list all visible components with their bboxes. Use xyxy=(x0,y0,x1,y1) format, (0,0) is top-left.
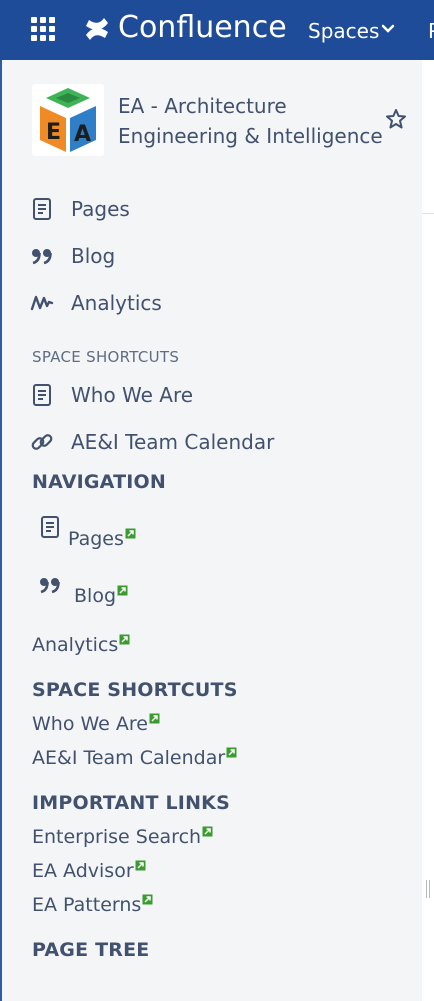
navigation-heading: NAVIGATION xyxy=(32,471,166,493)
external-link-icon xyxy=(119,634,130,645)
sidebar-item-analytics[interactable]: Analytics xyxy=(30,288,390,318)
sidebar-item-blog[interactable]: Blog xyxy=(30,241,390,271)
important-links-heading: IMPORTANT LINKS xyxy=(32,792,230,814)
nav-link-ea-advisor[interactable]: EA Advisor xyxy=(32,858,146,884)
external-link-icon xyxy=(135,860,146,871)
shortcut-who-we-are[interactable]: Who We Are xyxy=(30,380,390,410)
space-shortcuts-heading: SPACE SHORTCUTS xyxy=(32,348,180,366)
nav-link-label: Analytics xyxy=(32,634,119,656)
space-avatar[interactable]: E A xyxy=(32,84,104,156)
confluence-logo-icon[interactable] xyxy=(84,14,110,44)
nav-link-label: AE&I Team Calendar xyxy=(32,747,226,769)
nav-link-enterprise-search[interactable]: Enterprise Search xyxy=(32,824,213,850)
page-tree-heading: PAGE TREE xyxy=(32,939,150,961)
sidebar-resize-handle[interactable] xyxy=(426,880,430,898)
shortcut-team-calendar[interactable]: AE&I Team Calendar xyxy=(30,427,390,457)
external-link-icon xyxy=(125,528,136,539)
external-link-icon xyxy=(142,894,153,905)
nav-link-blog[interactable]: Blog xyxy=(74,583,128,609)
nav-link-who-we-are[interactable]: Who We Are xyxy=(32,711,160,737)
shortcut-label: AE&I Team Calendar xyxy=(71,430,275,454)
quote-icon xyxy=(40,578,60,594)
external-link-icon xyxy=(117,585,128,596)
sidebar-item-pages[interactable]: Pages xyxy=(30,194,390,224)
next-nav-menu[interactable]: P xyxy=(428,16,434,46)
nav-link-label: Pages xyxy=(68,528,124,550)
nav-link-label: Blog xyxy=(74,585,116,607)
chevron-down-icon[interactable] xyxy=(381,22,395,36)
nav-link-team-calendar[interactable]: AE&I Team Calendar xyxy=(32,745,237,771)
nav-link-label: Who We Are xyxy=(32,713,148,735)
space-logo-icon: E A xyxy=(40,88,96,152)
main-content-divider xyxy=(422,213,434,214)
nav-link-label: Enterprise Search xyxy=(32,826,202,848)
app-switcher-icon[interactable] xyxy=(31,17,57,43)
space-title-line2: Engineering & Intelligence xyxy=(118,124,383,148)
sidebar-item-label: Blog xyxy=(71,244,116,268)
svg-text:E: E xyxy=(46,120,61,145)
spaces-menu[interactable]: Spaces xyxy=(308,16,379,46)
nav-link-analytics[interactable]: Analytics xyxy=(32,632,130,658)
top-navigation-bar: Confluence Spaces P xyxy=(0,0,434,60)
analytics-icon xyxy=(30,295,54,311)
nav-link-ea-patterns[interactable]: EA Patterns xyxy=(32,892,153,918)
link-icon xyxy=(31,434,53,450)
svg-text:A: A xyxy=(74,122,91,147)
quote-icon xyxy=(32,249,52,265)
space-title[interactable]: EA - Architecture Engineering & Intellig… xyxy=(118,91,383,151)
sidebar-item-label: Analytics xyxy=(71,291,162,315)
nav-link-pages[interactable]: Pages xyxy=(68,526,136,552)
external-link-icon xyxy=(226,747,237,758)
confluence-brand-label[interactable]: Confluence xyxy=(118,8,287,48)
external-link-icon xyxy=(202,826,213,837)
page-icon xyxy=(33,384,51,406)
sidebar-item-label: Pages xyxy=(71,197,130,221)
main-content-edge xyxy=(422,60,434,1001)
space-title-line1: EA - Architecture xyxy=(118,94,287,118)
custom-space-shortcuts-heading: SPACE SHORTCUTS xyxy=(32,679,238,701)
shortcut-label: Who We Are xyxy=(71,383,194,407)
nav-link-label: EA Patterns xyxy=(32,894,142,916)
external-link-icon xyxy=(149,713,160,724)
page-icon xyxy=(33,198,51,220)
nav-link-label: EA Advisor xyxy=(32,860,134,882)
star-icon[interactable] xyxy=(384,107,408,131)
page-icon xyxy=(41,516,59,538)
